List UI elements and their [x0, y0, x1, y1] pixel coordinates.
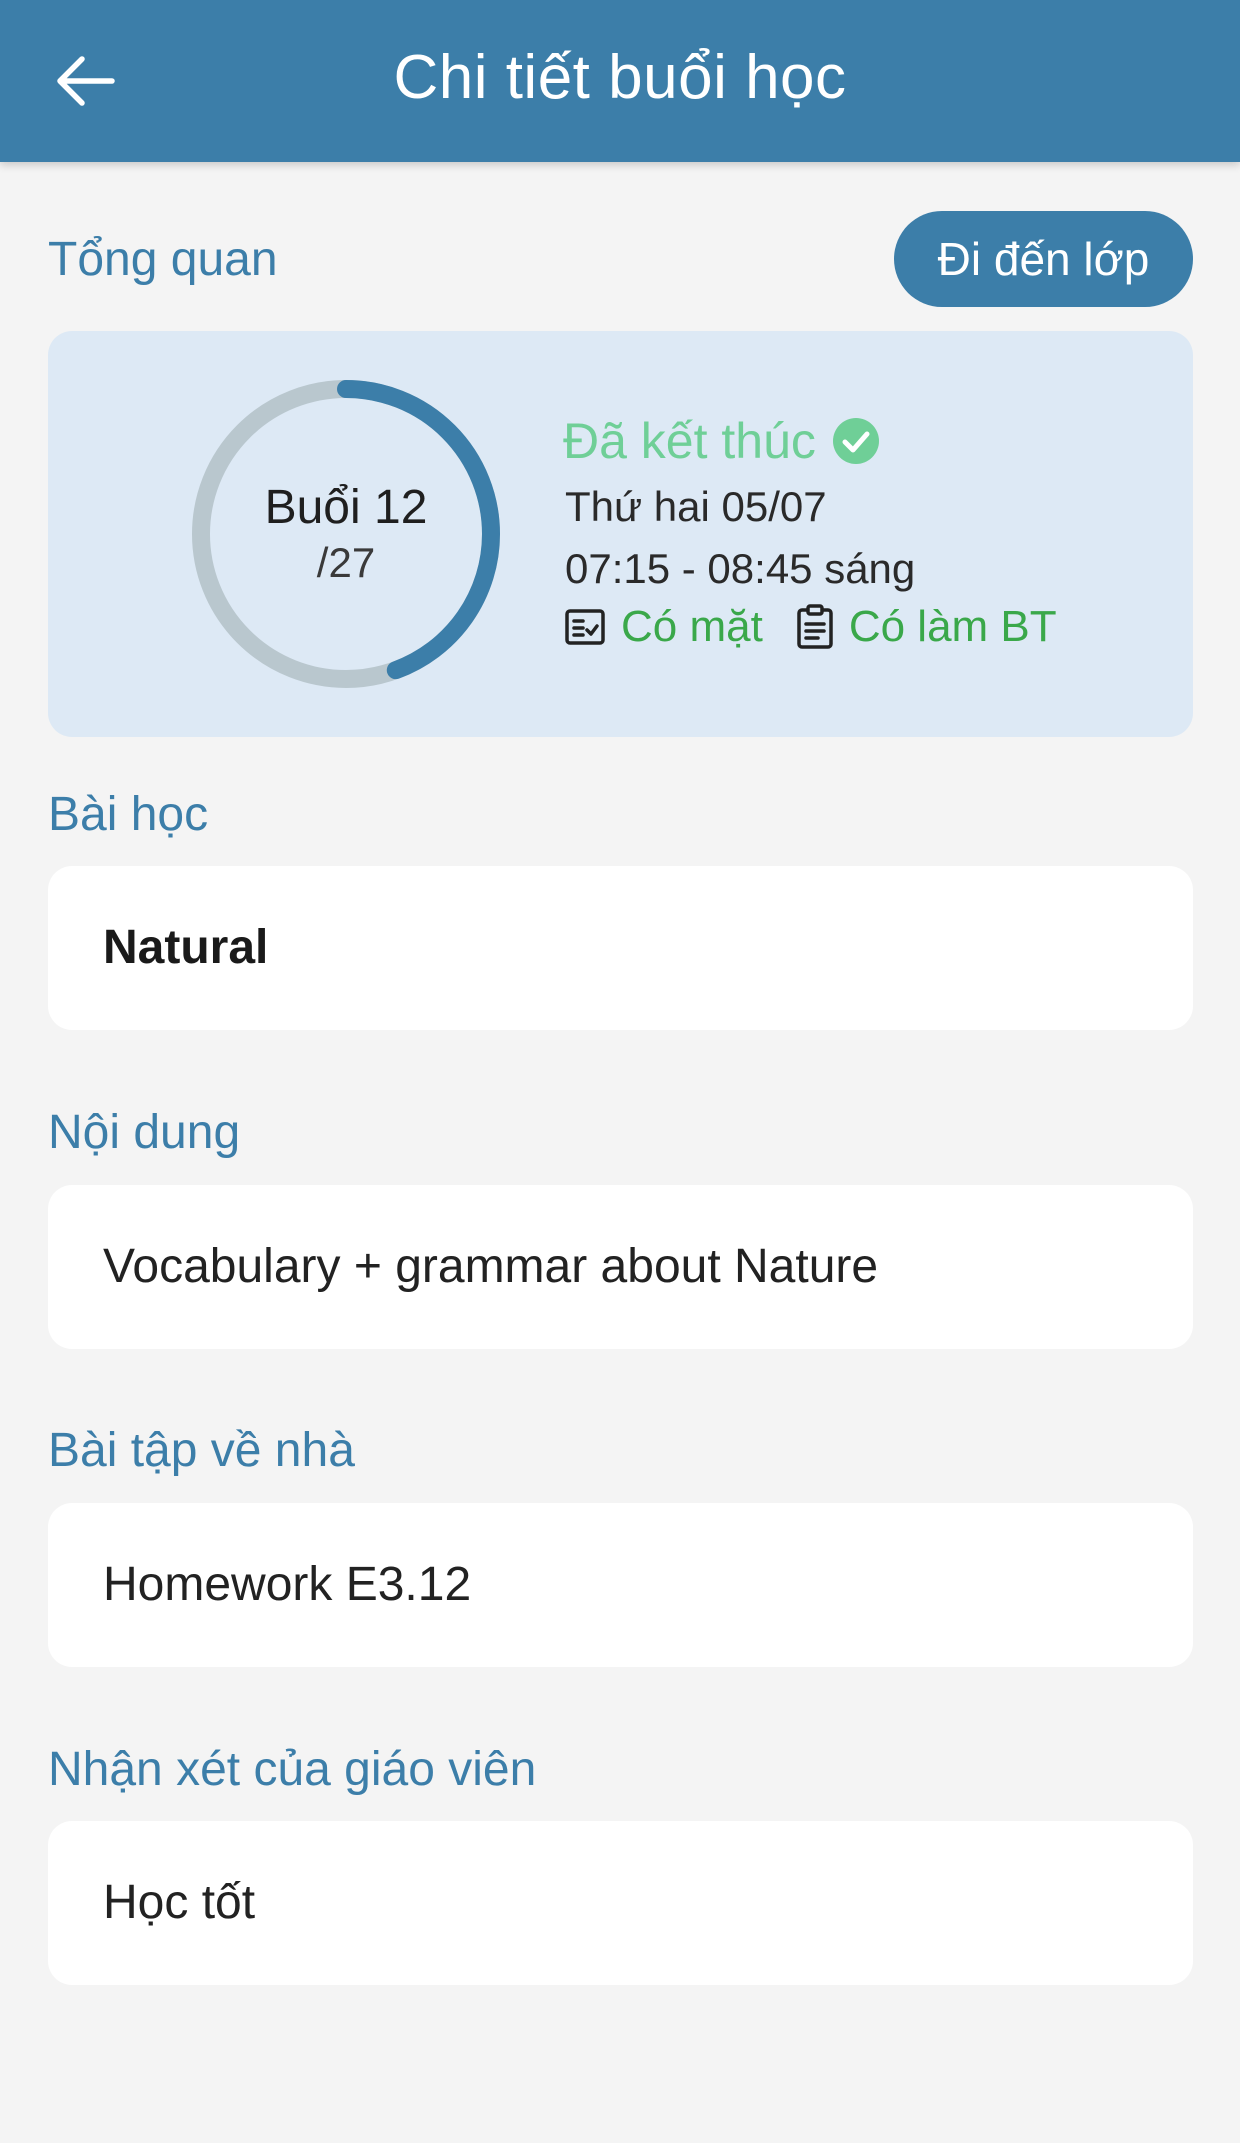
go-to-class-button[interactable]: Đi đến lớp	[894, 211, 1193, 307]
attendance-text: Có mặt	[621, 602, 763, 651]
overview-section-title: Tổng quan	[48, 233, 278, 286]
homework-status-text: Có làm BT	[848, 602, 1057, 651]
app-header: Chi tiết buổi học	[0, 0, 1240, 162]
teacher-comment-value: Học tốt	[103, 1876, 256, 1929]
status-text: Đã kết thúc	[563, 413, 816, 469]
session-counter: Buổi 12 /27	[190, 378, 502, 690]
overview-card: Buổi 12 /27 Đã kết thúc Thứ hai 05/07 07…	[48, 331, 1193, 737]
content-section-title: Nội dung	[48, 1106, 241, 1159]
lesson-section-title: Bài học	[48, 788, 209, 841]
session-total: /27	[316, 539, 376, 586]
teacher-comment-section-title: Nhận xét của giáo viên	[48, 1743, 537, 1796]
status-row: Đã kết thúc	[563, 411, 880, 471]
checklist-icon	[565, 609, 605, 645]
session-date: Thứ hai 05/07	[565, 483, 827, 530]
homework-card: Homework E3.12	[48, 1503, 1193, 1667]
content-card: Vocabulary + grammar about Nature	[48, 1185, 1193, 1349]
status-badges: Có mặt Có làm BT	[563, 599, 1089, 655]
page-title: Chi tiết buổi học	[393, 43, 847, 112]
clipboard-icon	[797, 604, 833, 649]
attendance-badge: Có mặt	[563, 599, 763, 655]
content-value: Vocabulary + grammar about Nature	[103, 1240, 879, 1293]
lesson-card: Natural	[48, 866, 1193, 1030]
homework-badge: Có làm BT	[795, 599, 1057, 655]
check-circle-icon	[832, 418, 879, 464]
session-number: Buổi 12	[264, 481, 428, 534]
homework-value: Homework E3.12	[103, 1558, 472, 1611]
homework-section-title: Bài tập về nhà	[48, 1424, 355, 1477]
session-detail-screen: Chi tiết buổi học Tổng quan Đi đến lớp B…	[0, 0, 1240, 2143]
teacher-comment-card: Học tốt	[48, 1821, 1193, 1985]
lesson-value: Natural	[103, 921, 269, 974]
session-time: 07:15 - 08:45 sáng	[565, 545, 916, 592]
